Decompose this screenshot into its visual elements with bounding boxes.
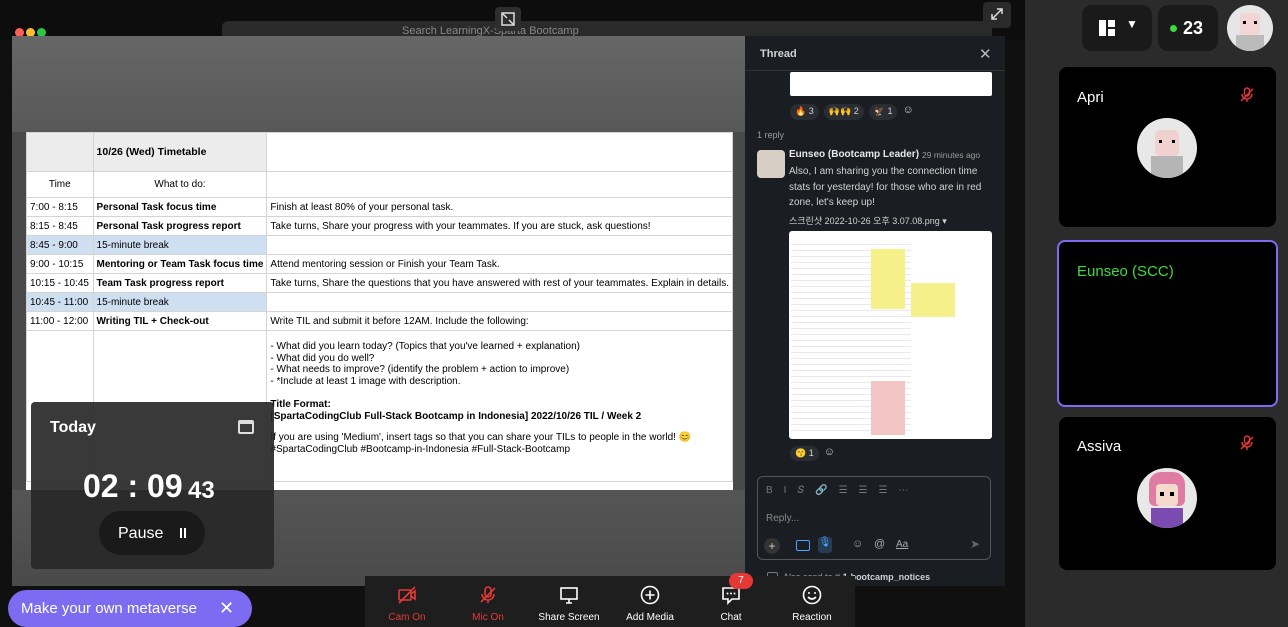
fullscreen-icon[interactable] (983, 2, 1011, 28)
participant-tile[interactable]: Apri (1059, 67, 1276, 227)
format-value: [SpartaCodingClub Full-Stack Bootcamp in… (270, 410, 642, 422)
table-row: 8:15 - 8:45 Personal Task progress repor… (26, 216, 733, 236)
reaction-pill[interactable]: 🦅 1 (868, 104, 898, 120)
reaction-bar: 😗 1 ☺ (790, 446, 835, 461)
thread-title: Thread (760, 48, 797, 60)
reaction-pill[interactable]: 🔥 3 (790, 104, 819, 120)
emoji-icon[interactable]: ☺ (852, 538, 863, 550)
table-row: 10:15 - 10:45 Team Task progress report … (26, 273, 733, 293)
exit-share-view-icon[interactable] (495, 7, 521, 31)
pause-icon (180, 528, 182, 538)
close-icon[interactable]: ✕ (219, 590, 234, 627)
close-thread-icon[interactable]: ✕ (979, 45, 992, 63)
mic-off-icon (480, 586, 496, 603)
table-row: 8:45 - 9:00 15-minute break (26, 235, 733, 255)
formatting-toolbar[interactable]: BI𝑆🔗☰☰☰⋯ (766, 485, 919, 496)
reaction-pill[interactable]: 🙌🙌 2 (823, 104, 864, 120)
layout-toggle-button[interactable]: ▼ (1082, 5, 1152, 51)
timer-hours-minutes: 02 : 09 (83, 468, 183, 504)
smile-icon (802, 585, 822, 605)
plus-icon[interactable]: + (764, 538, 780, 554)
share-screen-button[interactable]: Share Screen (533, 576, 605, 627)
note-line: - *Include at least 1 image with descrip… (270, 375, 461, 387)
table-row: 10:45 - 11:00 15-minute break (26, 292, 733, 312)
reply-input[interactable]: Reply... (766, 513, 799, 524)
mic-icon[interactable]: 🎙 (818, 537, 832, 553)
participant-name: Apri (1077, 89, 1104, 106)
message-text: Also, I am sharing you the connection ti… (789, 166, 982, 208)
timer-seconds: 43 (188, 477, 215, 504)
participant-count-button[interactable]: 23 (1158, 5, 1218, 51)
note-line: - What did you do well? (270, 352, 375, 364)
thread-panel: Thread ✕ 🔥 3 🙌🙌 2 🦅 1 ☺ 1 reply Eunseo (… (745, 36, 1005, 586)
participant-tile[interactable]: Assiva (1059, 417, 1276, 570)
avatar (1137, 468, 1197, 528)
reaction-pill[interactable]: 😗 1 (790, 446, 819, 461)
window-toggle-icon[interactable] (238, 420, 254, 434)
message-time: 29 minutes ago (922, 150, 981, 160)
blurred-background (12, 36, 745, 132)
reply-count: 1 reply (757, 130, 785, 140)
reaction-button[interactable]: Reaction (776, 576, 848, 627)
medium-note: If you are using 'Medium', insert tags s… (270, 432, 692, 443)
control-bar: Cam On Mic On Share Screen Add Media Cha… (365, 573, 855, 627)
participant-count: 23 (1183, 18, 1204, 38)
timer-widget: Today 02 : 09 43 Pause (31, 402, 274, 569)
attached-image-preview[interactable] (790, 72, 992, 96)
table-row: 9:00 - 10:15 Mentoring or Team Task focu… (26, 254, 733, 274)
author-name[interactable]: Eunseo (Bootcamp Leader) (789, 149, 919, 160)
add-reaction-icon[interactable]: ☺ (902, 104, 913, 120)
mention-icon[interactable]: @ (874, 538, 885, 550)
column-header-time: Time (26, 171, 94, 198)
reaction-bar: 🔥 3 🙌🙌 2 🦅 1 ☺ (790, 104, 914, 120)
mic-muted-icon (1240, 87, 1254, 102)
table-row: 7:00 - 8:15 Personal Task focus time Fin… (26, 197, 733, 217)
add-media-button[interactable]: Add Media (614, 576, 686, 627)
hashtags: #SpartaCodingClub #Bootcamp-in-Indonesia… (270, 443, 571, 455)
monitor-icon (560, 587, 578, 604)
sheet-title: 10/26 (Wed) Timetable (92, 132, 268, 172)
add-reaction-icon[interactable]: ☺ (824, 446, 835, 461)
add-circle-icon (640, 585, 660, 605)
participant-name: Assiva (1077, 438, 1122, 455)
mic-toggle-button[interactable]: Mic On (452, 576, 524, 627)
participant-name: Eunseo (SCC) (1077, 263, 1174, 280)
layout-icon (1099, 20, 1115, 36)
note-line: - What did you learn today? (Topics that… (270, 341, 580, 352)
format-text-icon[interactable]: Aa (896, 539, 908, 550)
file-name[interactable]: 스크린샷 2022-10-26 오후 3.07.08.png ▾ (789, 214, 947, 227)
pause-button[interactable]: Pause (99, 511, 205, 555)
send-icon[interactable]: ➤ (970, 537, 980, 551)
chat-badge: 7 (729, 573, 753, 589)
avatar[interactable] (1227, 5, 1273, 51)
video-icon[interactable] (796, 540, 810, 551)
reply-composer: BI𝑆🔗☰☰☰⋯ Reply... + 🎙 ☺ @ Aa ➤ (757, 476, 991, 560)
column-header-what: What to do: (92, 171, 268, 198)
camera-off-icon (398, 586, 416, 604)
cam-toggle-button[interactable]: Cam On (371, 576, 443, 627)
avatar[interactable] (757, 150, 785, 178)
note-line: - What needs to improve? (identify the p… (270, 364, 570, 375)
avatar (1137, 118, 1197, 178)
shared-image[interactable] (789, 231, 992, 439)
format-label: Title Format: (270, 399, 331, 410)
mic-muted-icon (1240, 435, 1254, 450)
timer-label: Today (50, 419, 96, 436)
make-metaverse-banner[interactable]: Make your own metaverse ✕ (8, 590, 252, 627)
online-dot-icon (1170, 25, 1177, 32)
participant-tile-active[interactable]: Eunseo (SCC) (1057, 240, 1278, 407)
table-row: 11:00 - 12:00 Writing TIL + Check-out Wr… (26, 311, 733, 331)
chevron-down-icon: ▼ (1126, 17, 1138, 31)
